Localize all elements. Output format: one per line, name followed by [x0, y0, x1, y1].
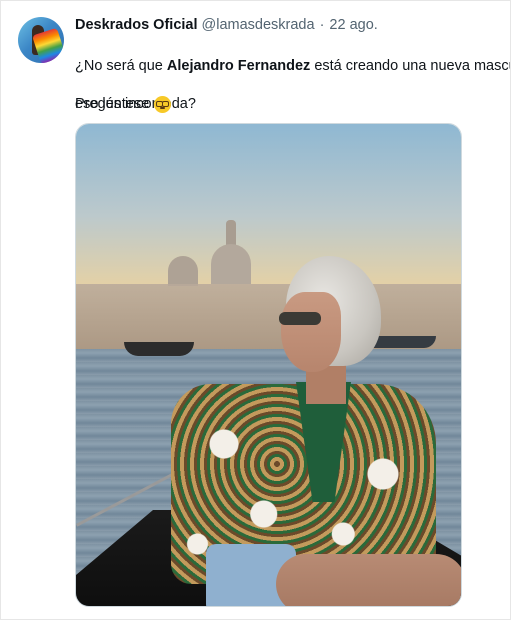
author-handle[interactable]: @lamasdeskrada — [202, 17, 315, 33]
tweet-text: ¿No será que Alejandro Fernandez está cr… — [75, 38, 511, 133]
avatar[interactable] — [18, 17, 64, 63]
sunglasses-icon — [279, 312, 321, 325]
question-text: Pregúntese — [75, 96, 150, 112]
tweet-text-line-1: ¿No será que Alejandro Fernandez está cr… — [75, 57, 511, 76]
photo-face — [281, 292, 341, 372]
tweet-frame: Deskrados Oficial @lamasdeskrada · 22 ag… — [0, 0, 511, 620]
mentioned-name: Alejandro Fernandez — [166, 58, 311, 74]
tweet-timestamp[interactable]: 22 ago. — [329, 17, 377, 33]
text-suffix: está creando una nueva masculin — [310, 58, 511, 74]
text-prefix: ¿No será que — [75, 58, 167, 74]
photo-leg — [276, 554, 461, 606]
photo-man — [146, 254, 461, 606]
tweet-text-line-3: Pregúntese — [75, 95, 172, 114]
photo-dome-top — [226, 220, 236, 246]
tweet-header: Deskrados Oficial @lamasdeskrada · 22 ag… — [75, 17, 378, 35]
separator-dot: · — [319, 17, 325, 33]
tweet-photo[interactable] — [75, 123, 462, 607]
author-name[interactable]: Deskrados Oficial — [75, 17, 198, 33]
nerd-face-emoji-icon — [154, 96, 172, 113]
rainbow-flag-icon — [32, 27, 64, 63]
tweet[interactable]: Deskrados Oficial @lamasdeskrada · 22 ag… — [1, 1, 511, 619]
